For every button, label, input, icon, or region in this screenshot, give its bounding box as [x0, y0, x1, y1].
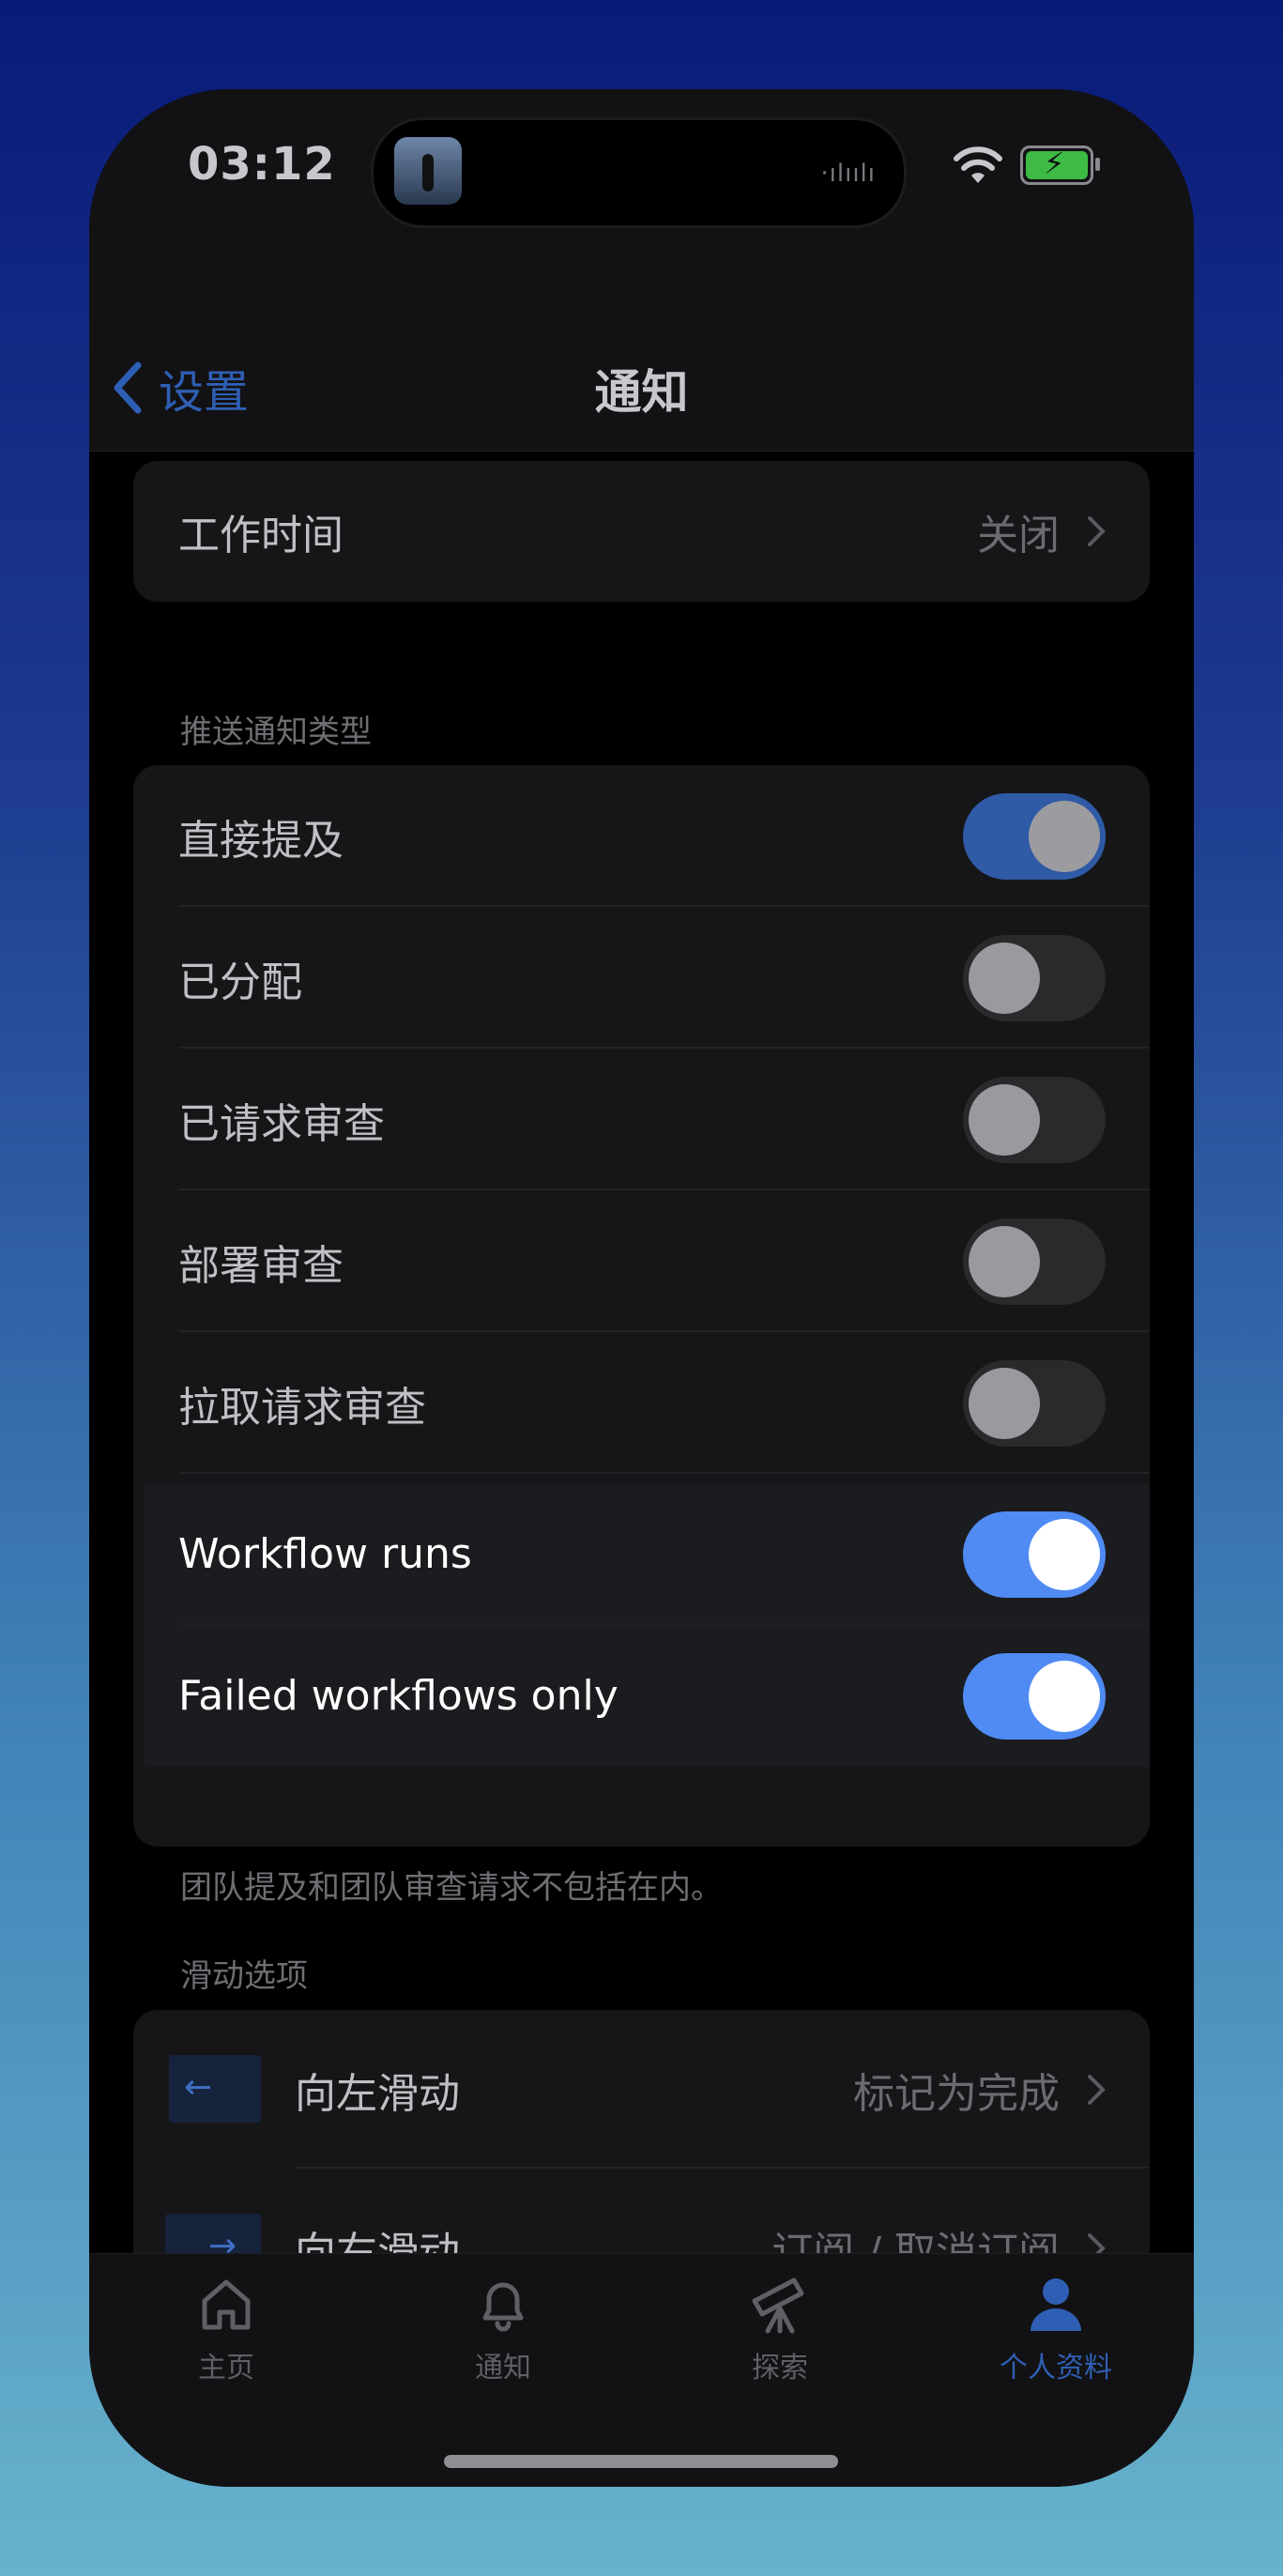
push-row-label: Workflow runs — [178, 1530, 472, 1578]
tab-label: 主页 — [198, 2352, 254, 2384]
navigation-bar: 设置 通知 — [89, 291, 1194, 452]
push-row-label: 已分配 — [178, 958, 302, 1006]
push-row-pr-review: 拉取请求审查 — [133, 1332, 1150, 1474]
work-hours-label: 工作时间 — [178, 512, 344, 560]
chevron-right-icon — [1088, 2074, 1106, 2105]
toggle-deployment-review[interactable] — [963, 1218, 1106, 1305]
person-icon — [1031, 2278, 1081, 2331]
push-row-failed-workflows: Failed workflows only — [145, 1625, 1150, 1767]
battery-icon: ⚡ — [1020, 146, 1100, 185]
toggle-failed-workflows[interactable] — [963, 1652, 1106, 1740]
now-playing-artwork — [394, 137, 462, 205]
push-row-review-requested: 已请求审查 — [133, 1049, 1150, 1190]
push-row-label: Failed workflows only — [178, 1672, 619, 1720]
push-section-footer: 团队提及和团队审查请求不包括在内。 — [180, 1869, 723, 1907]
dynamic-island[interactable]: ·ılıılı — [371, 117, 907, 228]
arrow-left-icon: ← — [169, 2055, 261, 2123]
work-hours-row[interactable]: 工作时间 关闭 — [133, 461, 1150, 602]
audio-waveform-icon: ·ılıılı — [820, 160, 876, 188]
swipe-left-value: 标记为完成 — [853, 2069, 1060, 2118]
toggle-assigned[interactable] — [963, 934, 1106, 1021]
status-time: 03:12 — [188, 138, 336, 191]
work-hours-value: 关闭 — [977, 512, 1060, 560]
tab-label: 个人资料 — [1000, 2352, 1112, 2384]
tab-profile[interactable]: 个人资料 — [962, 2273, 1150, 2385]
tab-label: 通知 — [475, 2352, 531, 2384]
toggle-pr-review[interactable] — [963, 1359, 1106, 1447]
home-indicator[interactable] — [444, 2455, 838, 2468]
work-hours-card: 工作时间 关闭 — [133, 461, 1150, 602]
push-row-workflow-runs: Workflow runs — [145, 1483, 1150, 1625]
toggle-workflow-runs[interactable] — [963, 1510, 1106, 1598]
push-row-direct-mentions: 直接提及 — [133, 765, 1150, 907]
chevron-right-icon — [1088, 516, 1106, 546]
push-row-label: 拉取请求审查 — [178, 1383, 426, 1432]
telescope-icon — [752, 2277, 804, 2334]
wifi-icon — [954, 146, 1002, 183]
home-icon — [202, 2279, 251, 2330]
status-bar: 03:12 ·ılıılı ⚡ — [89, 89, 1194, 291]
tab-home[interactable]: 主页 — [132, 2273, 320, 2385]
push-section-header: 推送通知类型 — [180, 713, 372, 751]
push-row-assigned: 已分配 — [133, 907, 1150, 1049]
tab-notifications[interactable]: 通知 — [409, 2273, 597, 2385]
bell-icon — [482, 2282, 524, 2332]
swipe-left-row[interactable]: ← 向左滑动 标记为完成 — [133, 2010, 1150, 2169]
push-row-deployment-review: 部署审查 — [133, 1190, 1150, 1332]
page-title: 通知 — [594, 365, 689, 420]
push-row-label: 直接提及 — [178, 816, 344, 865]
tab-label: 探索 — [752, 2352, 808, 2384]
push-row-label: 部署审查 — [178, 1241, 344, 1290]
swipe-left-label: 向左滑动 — [295, 2069, 460, 2118]
toggle-direct-mentions[interactable] — [963, 792, 1106, 880]
phone-frame: 03:12 ·ılıılı ⚡ 设置 通知 工作时间 关闭 推送通知类型 直接提… — [89, 89, 1194, 2487]
tab-bar: 主页 通知 探索 个人资料 — [89, 2253, 1194, 2487]
push-types-card: 直接提及 已分配 已请求审查 部署审查 拉取请求审查 Workflow runs — [133, 765, 1150, 1847]
push-row-label: 已请求审查 — [178, 1099, 385, 1148]
swipe-section-header: 滑动选项 — [180, 1957, 308, 1995]
toggle-review-requested[interactable] — [963, 1076, 1106, 1163]
tab-explore[interactable]: 探索 — [686, 2273, 874, 2385]
